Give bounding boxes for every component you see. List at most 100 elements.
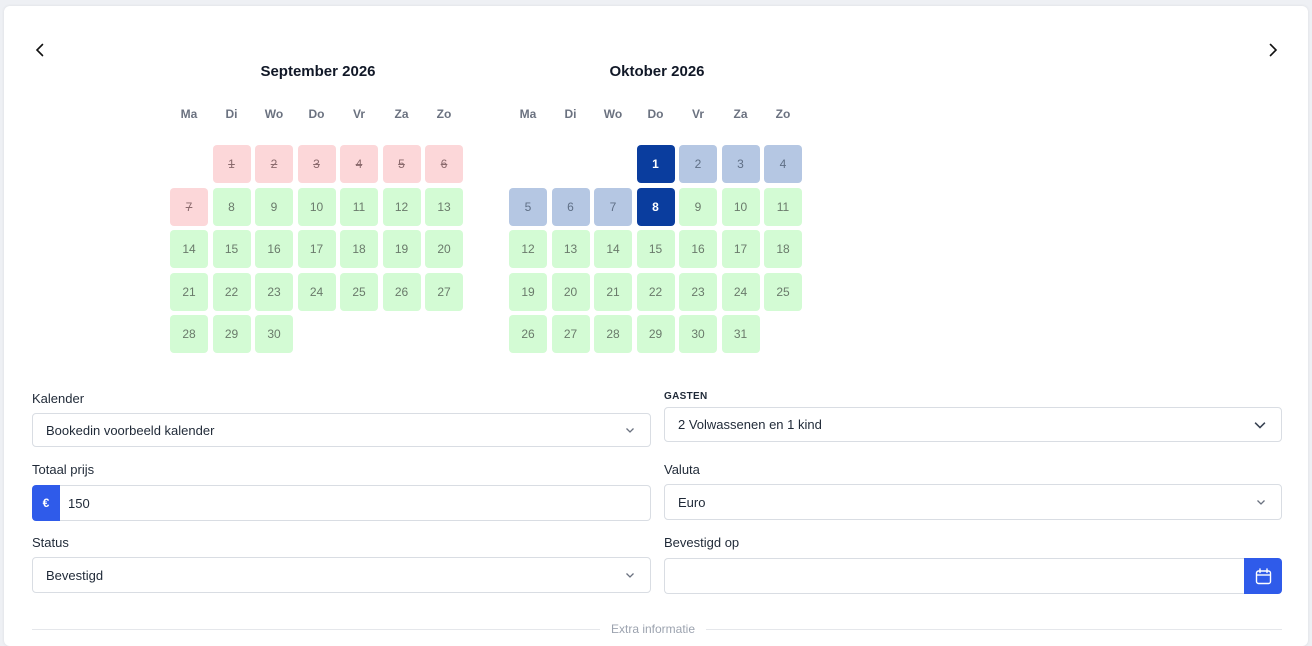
- day-cell-free[interactable]: 26: [509, 315, 547, 353]
- day-cell-free[interactable]: 28: [594, 315, 632, 353]
- day-cell-free[interactable]: 23: [679, 272, 717, 311]
- day-cell-free[interactable]: 13: [425, 187, 463, 226]
- day-cell-free[interactable]: 13: [551, 230, 590, 268]
- day-cell-free[interactable]: 23: [255, 272, 293, 311]
- day-cell-free[interactable]: 11: [340, 187, 378, 226]
- totaal-prijs-input[interactable]: [60, 485, 651, 521]
- day-cell-free[interactable]: 16: [679, 230, 717, 268]
- day-cell-free[interactable]: 18: [764, 230, 802, 268]
- status-value: Bevestigd: [46, 567, 104, 583]
- day-number: 10: [733, 199, 748, 214]
- day-cell-booked: 2: [255, 145, 293, 183]
- status-select[interactable]: Bevestigd: [32, 557, 651, 593]
- day-cell-free[interactable]: 24: [297, 272, 336, 311]
- weekday-label: Ma: [519, 107, 537, 121]
- day-cell-free[interactable]: 14: [170, 230, 208, 268]
- day-cell-free[interactable]: 15: [636, 230, 675, 268]
- day-number: 24: [733, 284, 748, 299]
- status-label: Status: [32, 535, 69, 550]
- day-number: 7: [609, 199, 617, 214]
- day-number: 14: [606, 242, 620, 256]
- day-number: 24: [309, 284, 324, 299]
- day-cell-selected[interactable]: 1: [636, 145, 675, 183]
- chevron-right-icon: [1269, 43, 1278, 57]
- day-cell-free[interactable]: 11: [764, 187, 802, 226]
- day-cell-free[interactable]: 16: [255, 230, 293, 268]
- weekday-header: Ma Di Wo Do Vr Za Zo: [168, 107, 468, 123]
- day-cell-free[interactable]: 30: [255, 315, 293, 353]
- day-number: 28: [606, 327, 620, 341]
- day-number: 14: [182, 242, 196, 256]
- weekday-label: Do: [308, 107, 325, 121]
- gasten-select[interactable]: 2 Volwassenen en 1 kind: [664, 407, 1282, 442]
- day-cell-free[interactable]: 19: [382, 230, 421, 268]
- day-cell-booked: 4: [340, 145, 378, 183]
- day-cell-free[interactable]: 20: [425, 230, 463, 268]
- day-cell-free[interactable]: 10: [721, 187, 760, 226]
- next-month-button[interactable]: [1262, 39, 1284, 61]
- calendar-icon: [1255, 567, 1271, 584]
- day-cell-free[interactable]: 25: [764, 272, 802, 311]
- day-cell-free[interactable]: 14: [594, 230, 632, 268]
- day-number: 8: [652, 199, 659, 214]
- day-cell-free[interactable]: 15: [212, 230, 251, 268]
- day-cell-free[interactable]: 10: [297, 187, 336, 226]
- date-picker-button[interactable]: [1244, 558, 1282, 594]
- day-cell-free[interactable]: 29: [636, 315, 675, 353]
- day-number: 4: [779, 157, 787, 171]
- kalender-select[interactable]: Bookedin voorbeeld kalender: [32, 413, 651, 447]
- valuta-select[interactable]: Euro: [664, 484, 1282, 520]
- day-cell-free[interactable]: 26: [382, 272, 421, 311]
- day-cell-free[interactable]: 30: [679, 315, 717, 353]
- day-number: 26: [521, 327, 535, 341]
- bevestigd-op-input[interactable]: [664, 558, 1244, 594]
- day-cell-free[interactable]: 28: [170, 315, 208, 353]
- day-number: 11: [352, 199, 366, 214]
- day-cell-range[interactable]: 2: [679, 145, 717, 183]
- day-cell-free[interactable]: 20: [551, 272, 590, 311]
- weekday-header: Ma Di Wo Do Vr Za Zo: [507, 107, 807, 123]
- day-cell-free[interactable]: 29: [212, 315, 251, 353]
- day-cell-free[interactable]: 27: [425, 272, 463, 311]
- day-cell-free[interactable]: 17: [297, 230, 336, 268]
- chevron-down-icon: [1257, 500, 1265, 505]
- weekday-label: Za: [733, 107, 748, 121]
- day-number: 18: [776, 242, 790, 256]
- day-cell-free[interactable]: 22: [212, 272, 251, 311]
- day-cell-range[interactable]: 3: [721, 145, 760, 183]
- day-cell-free[interactable]: 27: [551, 315, 590, 353]
- day-cell-free[interactable]: 22: [636, 272, 675, 311]
- day-number: 30: [691, 327, 705, 341]
- day-number: 19: [521, 284, 535, 299]
- extra-informatie-heading: Extra informatie: [600, 622, 706, 636]
- day-cell-free[interactable]: 21: [170, 272, 208, 311]
- day-cell-free[interactable]: 9: [255, 187, 293, 226]
- day-cell-range[interactable]: 5: [509, 187, 547, 226]
- weekday-label: Zo: [775, 107, 791, 121]
- day-number: 28: [182, 327, 196, 341]
- day-cell-free[interactable]: 21: [594, 272, 632, 311]
- day-number: 27: [437, 284, 451, 299]
- kalender-value: Bookedin voorbeeld kalender: [46, 422, 215, 438]
- chevron-down-icon: [626, 428, 634, 433]
- day-cell-range[interactable]: 7: [594, 187, 632, 226]
- day-cell-free[interactable]: 12: [509, 230, 547, 268]
- day-cell-range[interactable]: 4: [764, 145, 802, 183]
- day-cell-free[interactable]: 24: [721, 272, 760, 311]
- day-cell-free[interactable]: 25: [340, 272, 378, 311]
- prev-month-button[interactable]: [29, 39, 51, 61]
- day-cell-free[interactable]: 17: [721, 230, 760, 268]
- day-cell-booked: 6: [425, 145, 463, 183]
- day-number: 4: [355, 157, 363, 171]
- day-cell-free[interactable]: 8: [212, 187, 251, 226]
- day-cell-free[interactable]: 31: [721, 315, 760, 353]
- day-cell-free[interactable]: 19: [509, 272, 547, 311]
- day-cell-selected[interactable]: 8: [636, 187, 675, 226]
- day-cell-range[interactable]: 6: [551, 187, 590, 226]
- weekday-label: Vr: [691, 107, 704, 121]
- day-cell-free[interactable]: 9: [679, 187, 717, 226]
- day-number: 16: [267, 242, 281, 256]
- day-cell-free[interactable]: 18: [340, 230, 378, 268]
- month-title: Oktober 2026: [609, 63, 705, 80]
- day-cell-free[interactable]: 12: [382, 187, 421, 226]
